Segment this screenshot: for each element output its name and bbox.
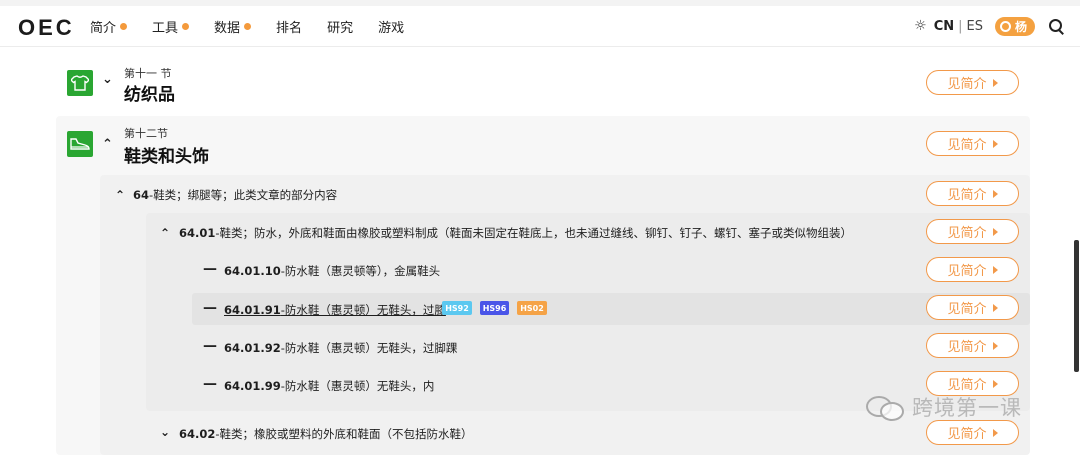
header-tools: ☼ CN | ES 杨 — [914, 6, 1064, 46]
shoe-icon — [67, 131, 93, 157]
watermark-text: 跨境第一课 — [912, 396, 1022, 420]
wechat-icon — [866, 394, 906, 421]
user-icon — [999, 20, 1011, 32]
nav-item-data[interactable]: 数据 — [214, 17, 252, 36]
nav-item-research[interactable]: 研究 — [327, 17, 353, 36]
play-arrow-icon — [992, 189, 998, 198]
hs-row-640199[interactable]: 64.01.99-防水鞋（惠灵顿）无鞋头，内 — [224, 378, 434, 394]
view-summary-button[interactable]: 见简介 — [926, 257, 1019, 282]
section-subtitle: 第十一 节 — [124, 67, 172, 80]
section-title-footwear: 鞋类和头饰 — [124, 147, 209, 167]
nav-item-games[interactable]: 游戏 — [378, 17, 404, 36]
hs-heading-6401[interactable]: 64.01-鞋类；防水，外底和鞋面由橡胶或塑料制成（鞋面未固定在鞋底上，也未通过… — [179, 225, 852, 241]
leaf-dash-icon: — — [203, 376, 217, 392]
badge-hs92[interactable]: HS92 — [442, 301, 472, 315]
badge-hs02[interactable]: HS02 — [517, 301, 547, 315]
lang-separator: | — [958, 18, 963, 34]
main-nav: 简介 工具 数据 排名 研究 游戏 — [90, 6, 429, 46]
hs-row-640192[interactable]: 64.01.92-防水鞋（惠灵顿）无鞋头，过脚踝 — [224, 340, 457, 356]
dot-indicator-icon — [182, 22, 190, 30]
top-nav-bar: OEC 简介 工具 数据 排名 研究 游戏 ☼ CN | ES 杨 — [0, 6, 1080, 47]
lang-es[interactable]: ES — [967, 19, 983, 34]
hs-row-640110[interactable]: 64.01.10-防水鞋（惠灵顿等），金属鞋头 — [224, 263, 440, 279]
collapse-chevron-icon[interactable]: ⌃ — [115, 188, 125, 202]
leaf-dash-icon: — — [203, 261, 217, 277]
tshirt-icon — [67, 70, 93, 96]
hs-heading-6402[interactable]: 64.02-鞋类；橡胶或塑料的外底和鞋面（不包括防水鞋） — [179, 426, 473, 442]
section-title-textiles: 纺织品 — [124, 85, 175, 105]
leaf-dash-icon: — — [203, 300, 217, 316]
watermark: 跨境第一课 — [866, 392, 1022, 422]
nav-item-intro[interactable]: 简介 — [90, 17, 128, 36]
leaf-dash-icon: — — [203, 338, 217, 354]
collapse-chevron-icon[interactable]: ⌃ — [102, 137, 113, 152]
lang-cn[interactable]: CN — [934, 19, 954, 34]
play-arrow-icon — [992, 139, 998, 148]
expand-chevron-icon[interactable]: ⌄ — [102, 72, 113, 87]
play-arrow-icon — [992, 227, 998, 236]
nav-item-rankings[interactable]: 排名 — [276, 17, 302, 36]
play-arrow-icon — [992, 303, 998, 312]
play-arrow-icon — [992, 78, 998, 87]
view-summary-button[interactable]: 见简介 — [926, 70, 1019, 95]
hs-row-640191[interactable]: 64.01.91-防水鞋（惠灵顿）无鞋头，过膝 — [224, 302, 446, 318]
play-arrow-icon — [992, 428, 998, 437]
view-summary-button[interactable]: 见简介 — [926, 333, 1019, 358]
dot-indicator-icon — [244, 22, 252, 30]
view-summary-button[interactable]: 见简介 — [926, 181, 1019, 206]
view-summary-button[interactable]: 见简介 — [926, 219, 1019, 244]
search-icon[interactable] — [1049, 18, 1064, 35]
scrollbar-thumb[interactable] — [1074, 240, 1079, 372]
section-subtitle: 第十二节 — [124, 127, 168, 140]
oec-logo[interactable]: OEC — [18, 15, 75, 41]
expand-chevron-icon[interactable]: ⌄ — [160, 425, 170, 439]
nav-item-tools[interactable]: 工具 — [152, 17, 190, 36]
user-menu-button[interactable]: 杨 — [994, 16, 1035, 36]
sun-icon[interactable]: ☼ — [914, 18, 927, 34]
badge-hs96[interactable]: HS96 — [480, 301, 509, 315]
play-arrow-icon — [992, 379, 998, 388]
view-summary-button[interactable]: 见简介 — [926, 420, 1019, 445]
dot-indicator-icon — [120, 22, 128, 30]
play-arrow-icon — [992, 265, 998, 274]
collapse-chevron-icon[interactable]: ⌃ — [160, 226, 170, 240]
user-name: 杨 — [1014, 19, 1027, 34]
play-arrow-icon — [992, 341, 998, 350]
hs-heading-64[interactable]: 64-鞋类；绑腿等；此类文章的部分内容 — [133, 187, 337, 203]
view-summary-button[interactable]: 见简介 — [926, 295, 1019, 320]
view-summary-button[interactable]: 见简介 — [926, 131, 1019, 156]
